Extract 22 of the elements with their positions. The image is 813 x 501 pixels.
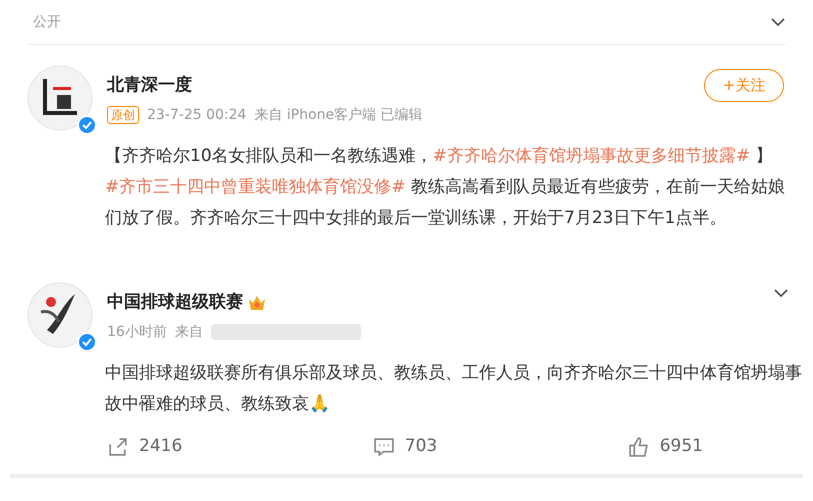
avatar-logo-icon[interactable] — [27, 282, 93, 348]
action-count[interactable]: 2416 — [139, 434, 182, 460]
visibility-label: 公开 — [32, 12, 61, 32]
chevron-down-icon[interactable] — [773, 288, 789, 298]
verified-badge-icon — [77, 332, 97, 352]
author-name[interactable]: 中国排球超级联赛 — [107, 290, 243, 316]
comment-icon[interactable] — [372, 436, 395, 458]
post-text: 【齐齐哈尔10名女排队员和一名教练遇难，#齐齐哈尔体育馆坍塌事故更多细节披露# 】 #齐市三十四中曾重装唯独体育馆没修# 教练高嵩看到队员最近有些疲劳，在前一天给姑娘们放了假。齐齐哈尔三十四中女排的最后一堂训练课，开始于7月23日下午1点半。 — [105, 145, 786, 230]
action-count[interactable]: 6951 — [660, 434, 703, 460]
action-count[interactable]: 703 — [404, 434, 438, 460]
chevron-down-icon[interactable] — [770, 17, 786, 27]
topic-link[interactable]: #齐市三十四中曾重装唯独体育馆没修# — [105, 177, 406, 197]
post-source: 来自 — [174, 322, 203, 342]
post-text: 中国排球超级联赛所有俱乐部及球员、教练员、工作人员，向齐齐哈尔三十四中体育馆坍塌事故中罹难的球员、教练致哀🙏 — [105, 362, 803, 416]
topic-link[interactable]: #齐齐哈尔体育馆坍塌事故更多细节披露# — [432, 146, 750, 166]
verified-badge-icon — [77, 115, 97, 135]
avatar-logo-icon[interactable] — [27, 65, 93, 131]
thumbs-up-icon[interactable] — [628, 436, 650, 458]
share-icon[interactable] — [107, 436, 129, 458]
post-source: 来自 iPhone客户端 已编辑 — [254, 106, 423, 124]
author-name[interactable]: 北青深一度 — [107, 73, 192, 98]
original-tag: 原创 — [107, 106, 139, 124]
